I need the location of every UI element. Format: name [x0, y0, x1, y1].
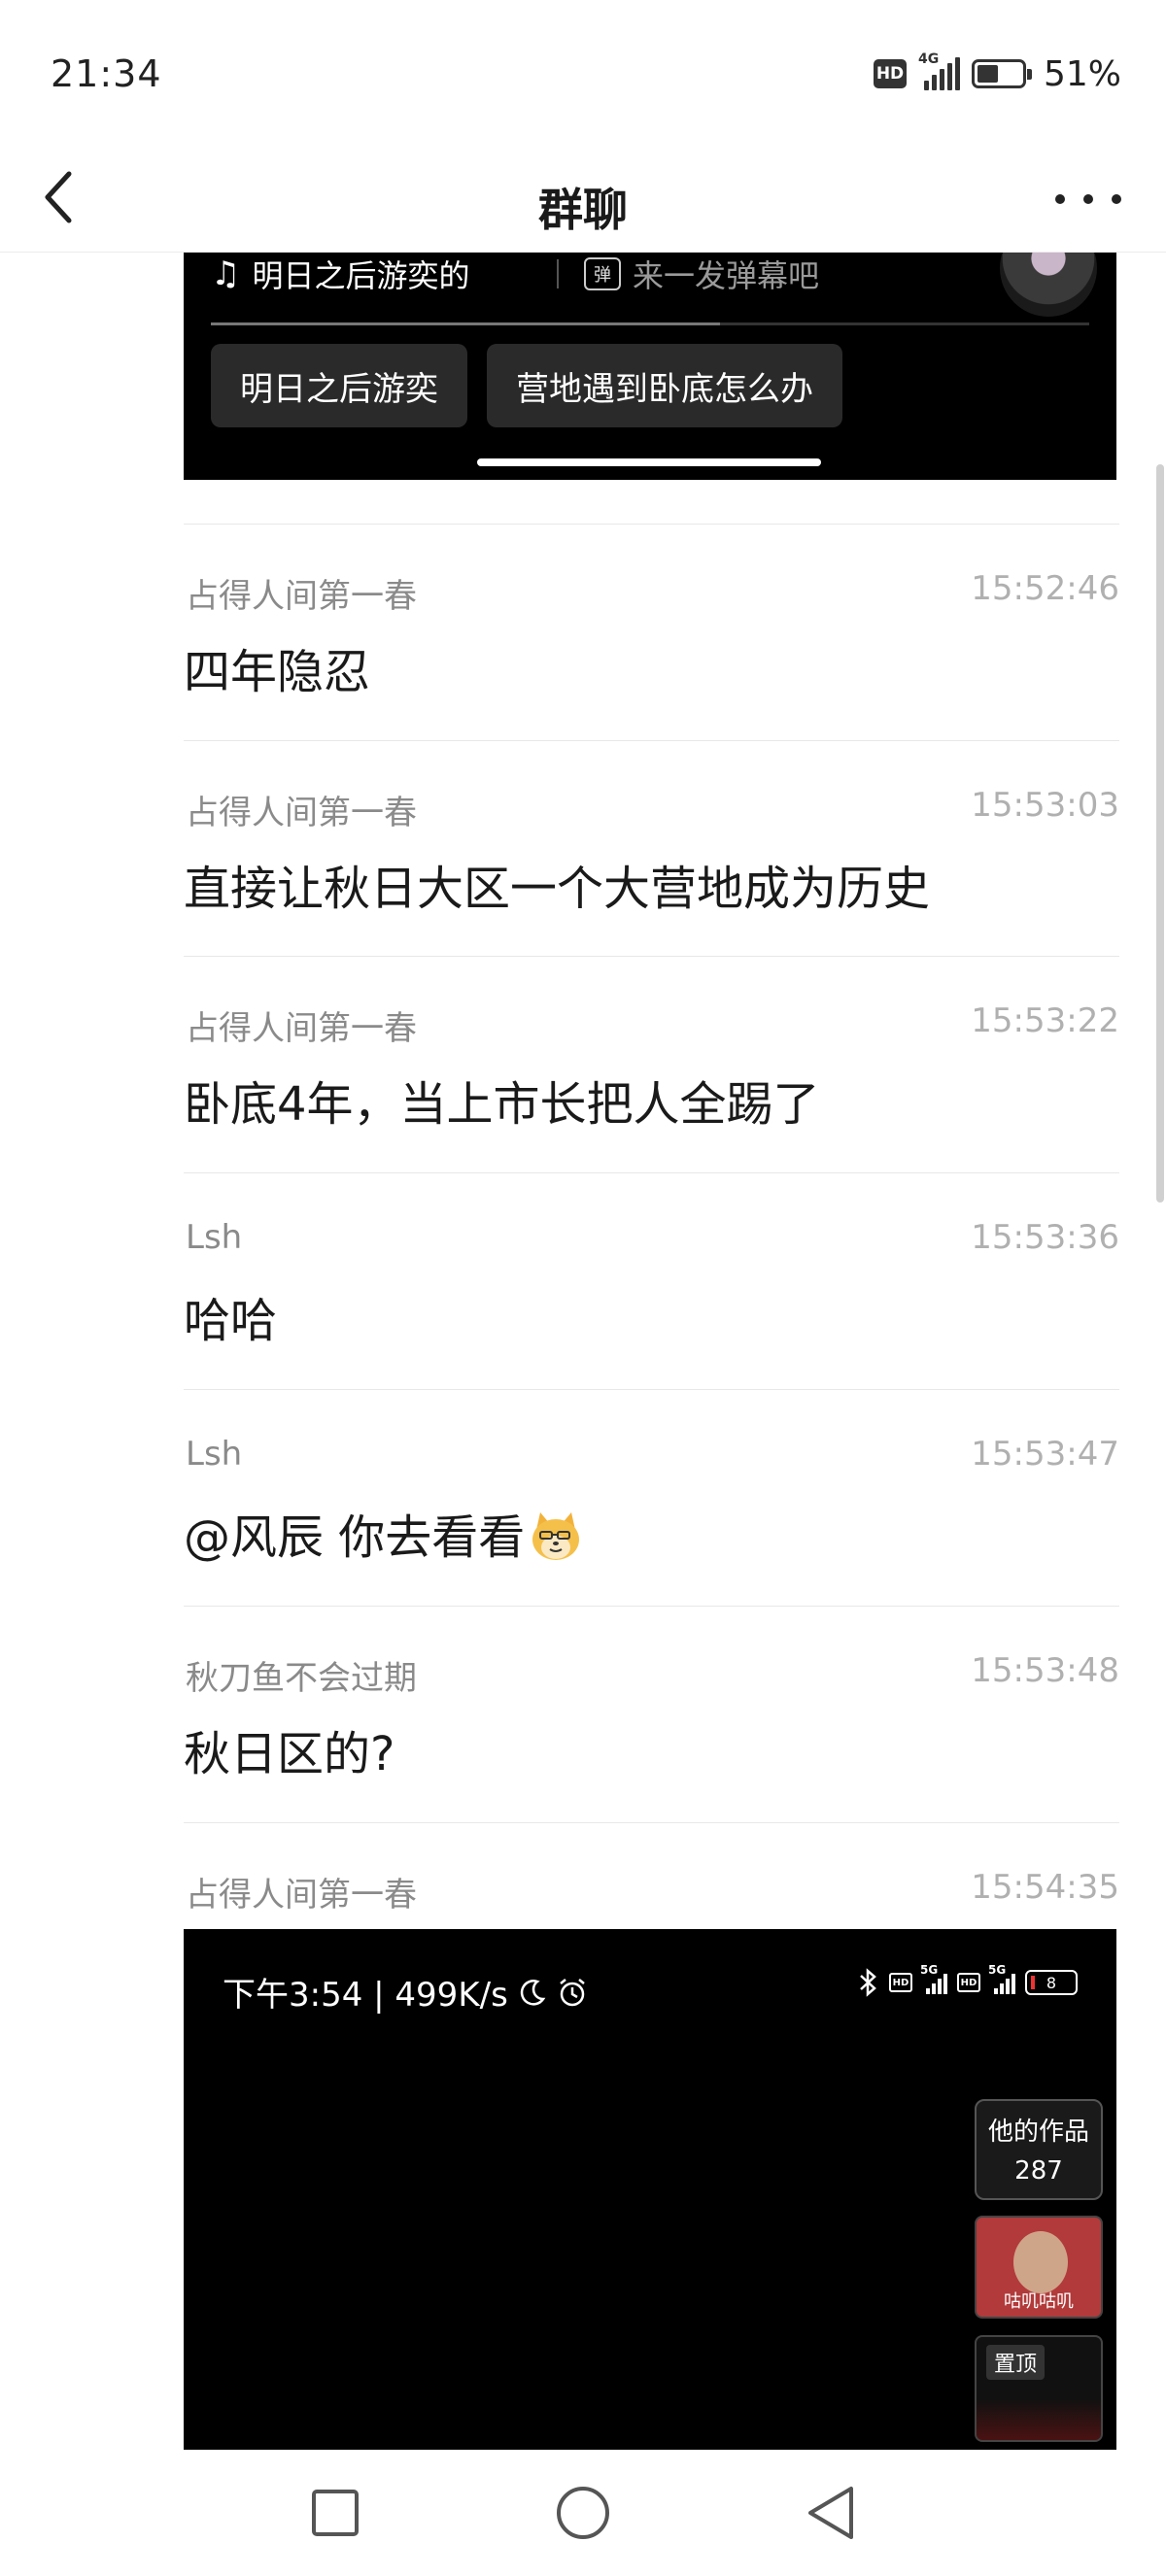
more-dots-icon	[1055, 194, 1065, 204]
message-sender[interactable]: Lsh	[186, 1435, 242, 1474]
message-time: 15:53:47	[971, 1435, 1119, 1474]
music-title: 明日之后游奕的	[252, 257, 470, 294]
music-disc-avatar[interactable]	[1000, 253, 1097, 317]
message-time: 15:53:03	[971, 786, 1119, 825]
message-item[interactable]: 占得人间第一春 15:54:35	[184, 1822, 1119, 1939]
message-text[interactable]: 四年隐忍	[184, 633, 370, 701]
image-status-text: 下午3:54 | 499K/s	[223, 1976, 508, 2015]
video-tag[interactable]: 营地遇到卧底怎么办	[487, 344, 842, 427]
message-time: 15:52:46	[971, 569, 1119, 608]
more-button[interactable]	[1049, 175, 1127, 223]
status-time: 21:34	[51, 52, 162, 95]
music-note-icon: ♫	[211, 254, 241, 293]
image-message[interactable]: 下午3:54 | 499K/s HD 5G HD 5G 8 他的作品 287 咕…	[184, 1929, 1116, 2450]
home-circle-icon	[557, 2487, 609, 2539]
recents-button[interactable]	[287, 2469, 384, 2557]
message-sender[interactable]: 占得人间第一春	[186, 569, 417, 617]
hd-icon: HD	[873, 59, 907, 88]
works-button[interactable]: 他的作品 287	[975, 2099, 1103, 2200]
doge-emoji-icon	[532, 1512, 580, 1560]
network-type: 4G	[917, 51, 940, 67]
message-item[interactable]: 占得人间第一春 15:53:03 直接让秋日大区一个大营地成为历史	[184, 740, 1119, 956]
music-info[interactable]: ♫ 明日之后游奕的	[211, 253, 532, 296]
message-item[interactable]: 占得人间第一春 15:52:46 四年隐忍	[184, 524, 1119, 739]
message-time: 15:53:22	[971, 1001, 1119, 1040]
alarm-icon	[560, 1978, 585, 2006]
recents-square-icon	[312, 2490, 359, 2536]
hd-icon: HD	[889, 1973, 912, 1992]
5g-signal-icon: 5G	[988, 1963, 1015, 1994]
video-message-card[interactable]: ♫ 明日之后游奕的 弹 来一发弹幕吧 明日之后游奕 营地遇到卧底怎么办	[184, 253, 1116, 480]
back-nav-button[interactable]	[782, 2469, 879, 2557]
battery-icon: 8	[1025, 1970, 1078, 1995]
hd-icon: HD	[957, 1973, 980, 1992]
scrollbar[interactable]	[1156, 464, 1164, 1203]
message-time: 15:53:48	[971, 1651, 1119, 1690]
message-sender[interactable]: 占得人间第一春	[186, 1001, 417, 1049]
home-button[interactable]	[534, 2469, 632, 2557]
message-sender[interactable]: 占得人间第一春	[186, 1868, 417, 1915]
battery-percent: 51%	[1043, 53, 1121, 94]
pinned-thumbnail[interactable]: 置顶	[975, 2335, 1103, 2442]
message-text-with-emoji[interactable]: @风辰 你去看看	[184, 1499, 583, 1567]
message-text[interactable]: 直接让秋日大区一个大营地成为历史	[184, 850, 930, 918]
video-tag[interactable]: 明日之后游奕	[211, 344, 467, 427]
message-item[interactable]: Lsh 15:53:36 哈哈	[184, 1172, 1119, 1388]
5g-signal-icon: 5G	[920, 1963, 947, 1994]
bluetooth-icon	[860, 1968, 876, 1997]
status-bar: 21:34 HD 4G 51%	[0, 0, 1166, 146]
works-count: 287	[1014, 2156, 1063, 2186]
chat-history[interactable]: ♫ 明日之后游奕的 弹 来一发弹幕吧 明日之后游奕 营地遇到卧底怎么办 占得人间…	[0, 253, 1166, 2450]
message-time: 15:53:36	[971, 1218, 1119, 1257]
message-text: @风辰 你去看看	[184, 1510, 526, 1565]
message-item[interactable]: 秋刀鱼不会过期 15:53:48 秋日区的?	[184, 1606, 1119, 1821]
pinned-label: 置顶	[986, 2345, 1046, 2380]
message-sender[interactable]: Lsh	[186, 1218, 242, 1257]
title-bar: 群聊	[0, 146, 1166, 253]
danmu-input[interactable]: 弹 来一发弹幕吧	[584, 253, 819, 296]
page-title: 群聊	[538, 184, 628, 236]
battery-icon	[971, 59, 1032, 88]
message-text[interactable]: 卧底4年，当上市长把人全踢了	[184, 1066, 820, 1134]
message-sender[interactable]: 占得人间第一春	[186, 786, 417, 833]
danmu-icon: 弹	[584, 257, 621, 290]
navigation-bar	[0, 2450, 1166, 2576]
message-item[interactable]: 占得人间第一春 15:53:22 卧底4年，当上市长把人全踢了	[184, 956, 1119, 1171]
video-thumbnail[interactable]: 咕叽咕叽	[975, 2216, 1103, 2319]
moon-icon	[520, 1979, 546, 2006]
video-progress-bar[interactable]	[211, 322, 1089, 325]
image-status-left: 下午3:54 | 499K/s	[223, 1968, 588, 2016]
message-text[interactable]: 秋日区的?	[184, 1715, 394, 1783]
message-text[interactable]: 哈哈	[184, 1282, 277, 1350]
signal-icon: 4G	[918, 51, 960, 90]
image-status-right: HD 5G HD 5G 8	[858, 1963, 1078, 1997]
danmu-placeholder: 来一发弹幕吧	[633, 257, 820, 294]
status-icons: HD 4G 51%	[873, 51, 1121, 97]
message-time: 15:54:35	[971, 1868, 1119, 1907]
back-triangle-icon	[808, 2487, 853, 2539]
works-label: 他的作品	[987, 2118, 1089, 2147]
message-sender[interactable]: 秋刀鱼不会过期	[186, 1651, 417, 1699]
home-indicator	[477, 458, 821, 466]
message-item[interactable]: Lsh 15:53:47 @风辰 你去看看	[184, 1389, 1119, 1605]
thumbnail-caption: 咕叽咕叽	[1004, 2291, 1074, 2312]
